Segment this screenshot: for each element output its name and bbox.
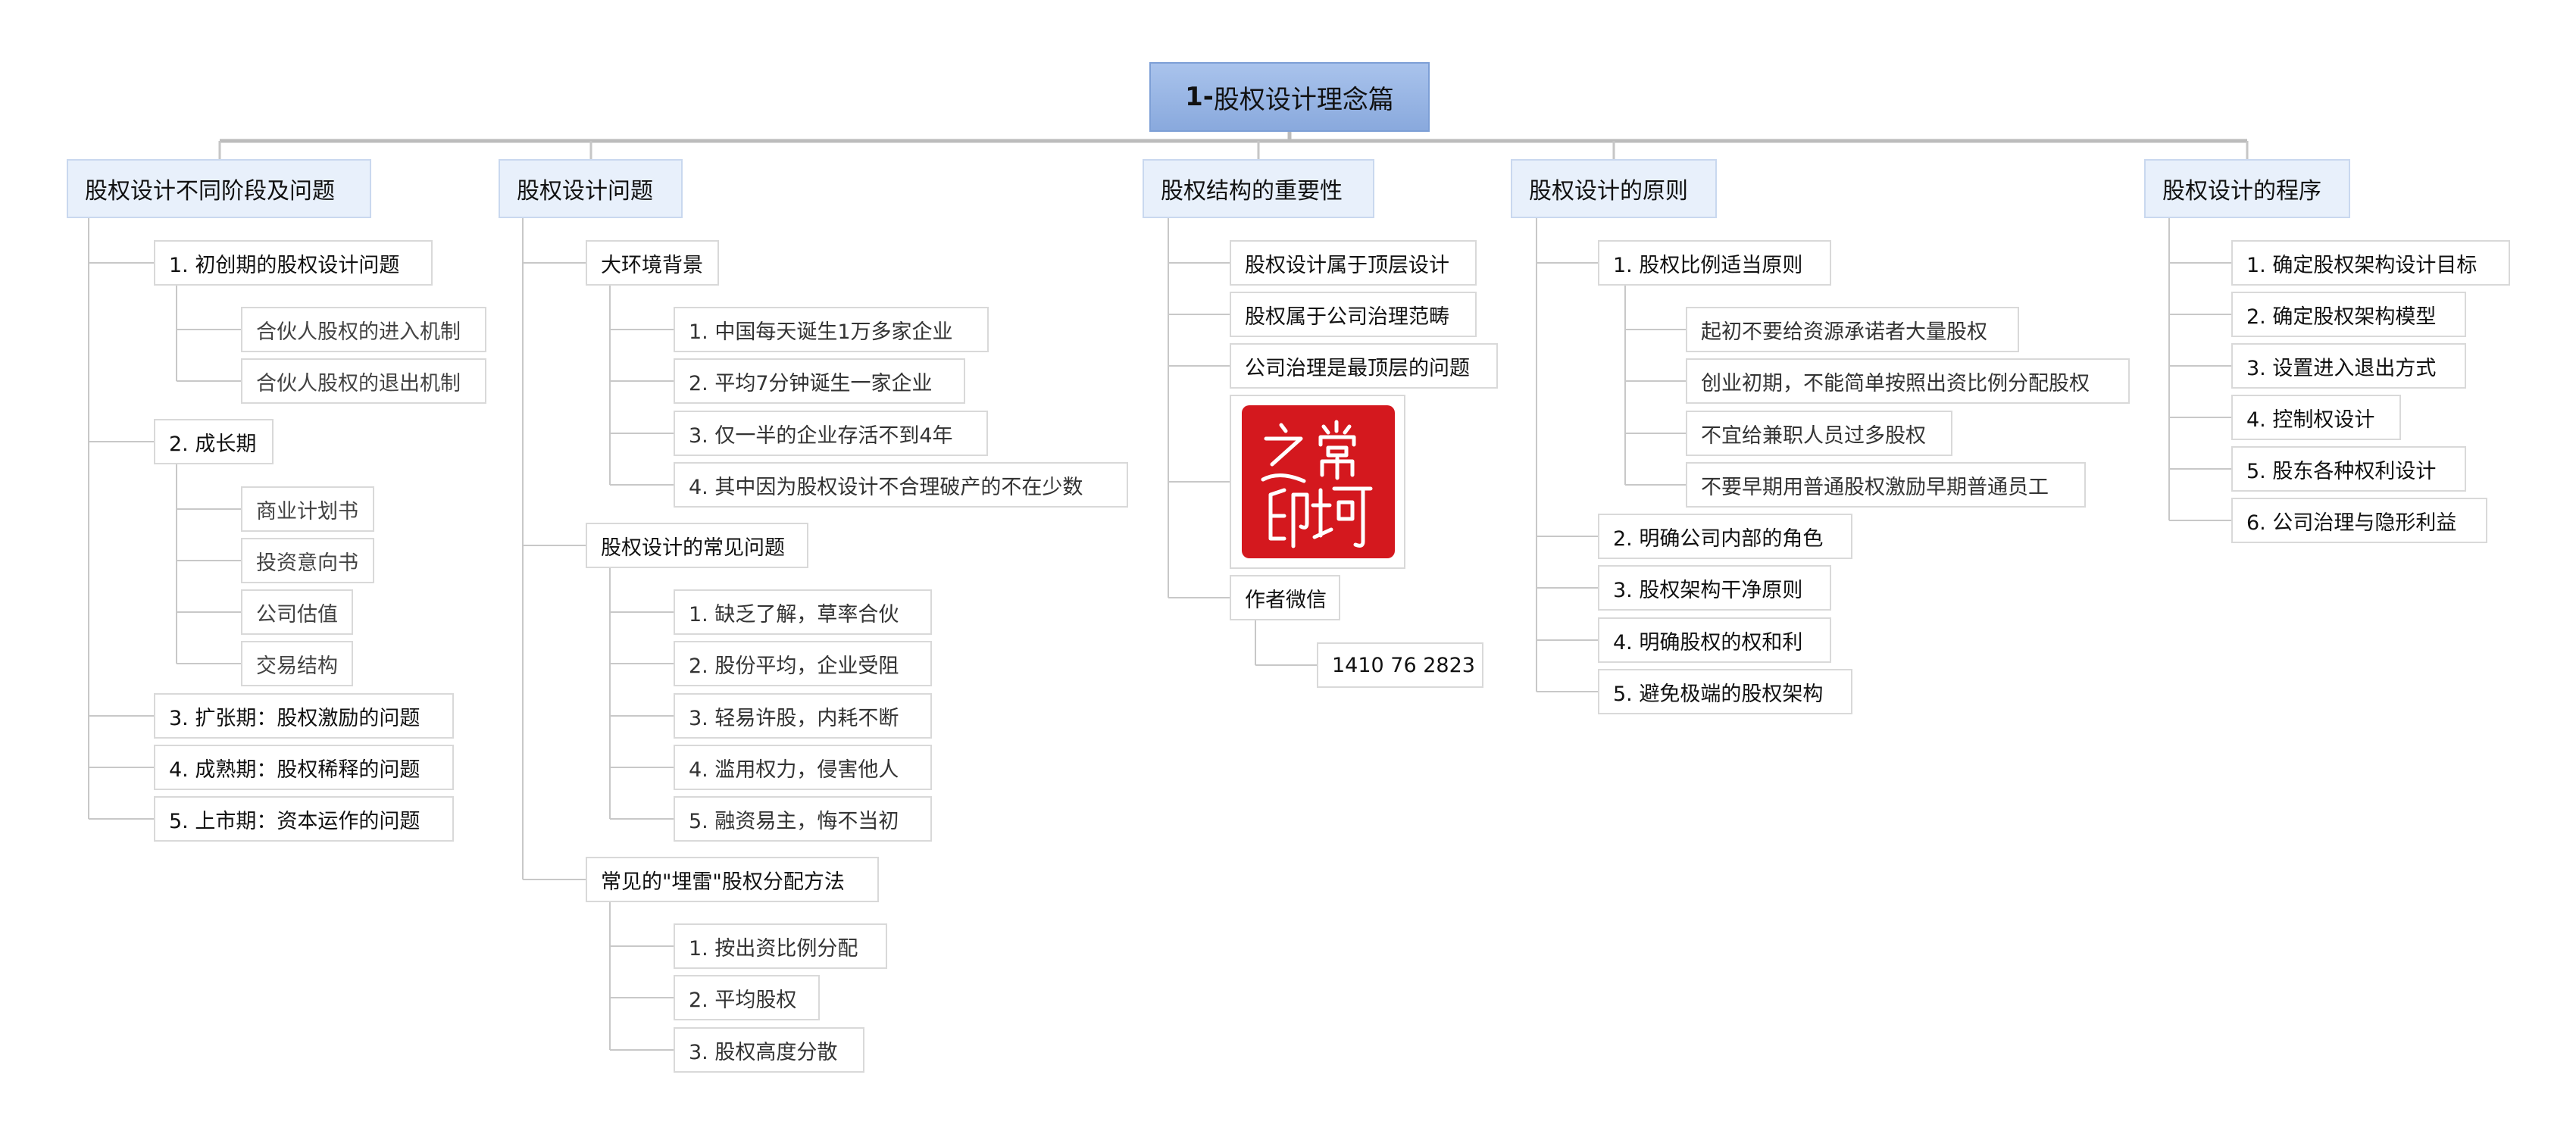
topic-fact-3[interactable]: 3. 仅一半的企业存活不到4年 (674, 411, 988, 456)
topic-define-roles[interactable]: 2. 明确公司内部的角色 (1598, 514, 1852, 559)
topic-governance-top[interactable]: 公司治理是最顶层的问题 (1230, 343, 1498, 389)
topic-problem-3[interactable]: 3. 轻易许股，内耗不断 (674, 693, 932, 739)
topic-problem-2[interactable]: 2. 股份平均，企业受阻 (674, 641, 932, 686)
topic-fact-2[interactable]: 2. 平均7分钟诞生一家企业 (674, 358, 965, 404)
topic-partner-exit[interactable]: 合伙人股权的退出机制 (241, 358, 486, 404)
topic-entry-exit[interactable]: 3. 设置进入退出方式 (2231, 343, 2466, 389)
topic-problem-1[interactable]: 1. 缺乏了解，草率合伙 (674, 589, 932, 635)
topic-business-plan[interactable]: 商业计划书 (241, 486, 374, 532)
topic-method-1[interactable]: 1. 按出资比例分配 (674, 923, 887, 969)
topic-landmine-methods[interactable]: 常见的"埋雷"股权分配方法 (586, 857, 879, 902)
root-title: 股权设计理念篇 (1213, 84, 1394, 115)
topic-principle-c[interactable]: 不宜给兼职人员过多股权 (1686, 411, 1952, 456)
topic-problem-4[interactable]: 4. 滥用权力，侵害他人 (674, 745, 932, 790)
topic-problem-5[interactable]: 5. 融资易主，悔不当初 (674, 796, 932, 842)
topic-hidden-interests[interactable]: 6. 公司治理与隐形利益 (2231, 498, 2487, 543)
topic-startup-stage[interactable]: 1. 初创期的股权设计问题 (154, 240, 433, 286)
topic-set-model[interactable]: 2. 确定股权架构模型 (2231, 292, 2466, 337)
topic-method-3[interactable]: 3. 股权高度分散 (674, 1027, 864, 1073)
topic-wechat-id[interactable]: 1410 76 2823 (1317, 642, 1483, 688)
seal-stamp-image (1242, 405, 1395, 558)
topic-set-goal[interactable]: 1. 确定股权架构设计目标 (2231, 240, 2510, 286)
topic-method-2[interactable]: 2. 平均股权 (674, 975, 820, 1020)
topic-fact-1[interactable]: 1. 中国每天诞生1万多家企业 (674, 307, 989, 352)
topic-ipo-stage[interactable]: 5. 上市期：资本运作的问题 (154, 796, 454, 842)
branch-issues[interactable]: 股权设计问题 (499, 159, 683, 218)
topic-shareholder-rights[interactable]: 5. 股东各种权利设计 (2231, 446, 2466, 492)
topic-ratio-principle[interactable]: 1. 股权比例适当原则 (1598, 240, 1831, 286)
seal-image-box (1230, 395, 1405, 569)
topic-control-rights[interactable]: 4. 控制权设计 (2231, 395, 2401, 440)
topic-common-problems[interactable]: 股权设计的常见问题 (586, 523, 808, 568)
topic-principle-a[interactable]: 起初不要给资源承诺者大量股权 (1686, 307, 2019, 352)
topic-expansion-stage[interactable]: 3. 扩张期：股权激励的问题 (154, 693, 454, 739)
topic-fact-4[interactable]: 4. 其中因为股权设计不合理破产的不在少数 (674, 462, 1128, 508)
root-prefix: 1- (1185, 82, 1214, 112)
topic-rights-benefits[interactable]: 4. 明确股权的权和利 (1598, 617, 1831, 663)
topic-valuation[interactable]: 公司估值 (241, 589, 353, 635)
topic-mature-stage[interactable]: 4. 成熟期：股权稀释的问题 (154, 745, 454, 790)
topic-growth-stage[interactable]: 2. 成长期 (154, 419, 274, 464)
topic-partner-entry[interactable]: 合伙人股权的进入机制 (241, 307, 486, 352)
topic-principle-d[interactable]: 不要早期用普通股权激励早期普通员工 (1686, 462, 2086, 508)
branch-principles[interactable]: 股权设计的原则 (1511, 159, 1717, 218)
topic-author-wechat[interactable]: 作者微信 (1230, 575, 1340, 620)
topic-governance-scope[interactable]: 股权属于公司治理范畴 (1230, 292, 1477, 337)
topic-macro-background[interactable]: 大环境背景 (586, 240, 719, 286)
topic-clean-structure[interactable]: 3. 股权架构干净原则 (1598, 565, 1831, 611)
branch-procedure[interactable]: 股权设计的程序 (2144, 159, 2350, 218)
root-topic[interactable]: 1- 股权设计理念篇 (1149, 62, 1430, 132)
topic-deal-structure[interactable]: 交易结构 (241, 641, 353, 686)
topic-avoid-extreme[interactable]: 5. 避免极端的股权架构 (1598, 669, 1852, 714)
branch-importance[interactable]: 股权结构的重要性 (1143, 159, 1374, 218)
topic-top-level-design[interactable]: 股权设计属于顶层设计 (1230, 240, 1477, 286)
branch-stages[interactable]: 股权设计不同阶段及问题 (67, 159, 371, 218)
topic-principle-b[interactable]: 创业初期，不能简单按照出资比例分配股权 (1686, 358, 2130, 404)
topic-term-sheet[interactable]: 投资意向书 (241, 538, 374, 583)
